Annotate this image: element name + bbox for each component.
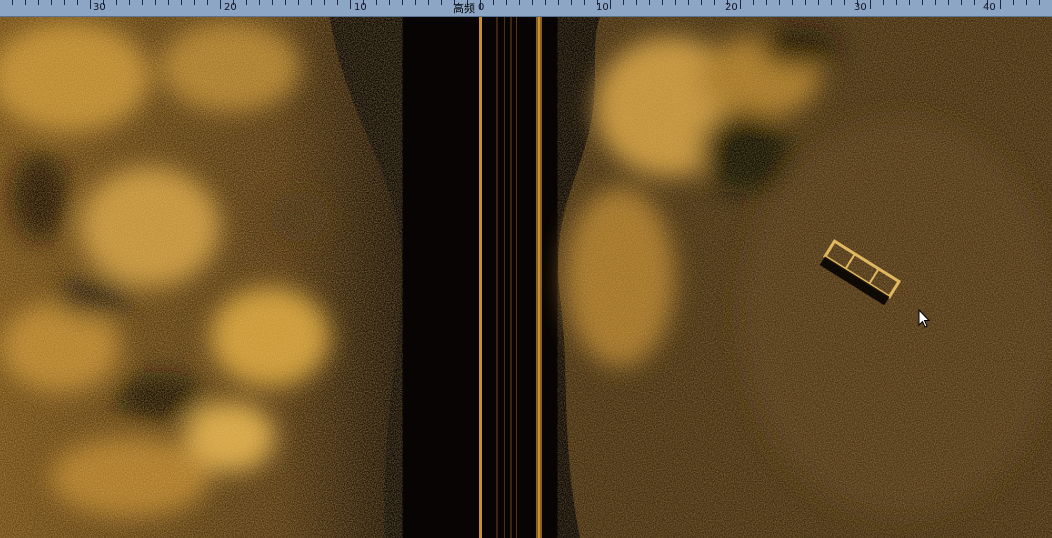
ruler-tick	[766, 0, 767, 5]
ruler-label-center-0: 0	[478, 2, 485, 13]
ruler-tick	[207, 0, 208, 5]
ruler-tick	[571, 0, 572, 5]
ruler-tick	[90, 0, 91, 9]
ruler-tick	[922, 0, 923, 5]
ruler-label-starboard-40: 40	[983, 2, 996, 13]
ruler-label-port-30: 30	[93, 2, 106, 13]
ruler-tick	[493, 0, 494, 5]
ruler-tick	[142, 0, 143, 5]
ruler-tick	[883, 0, 884, 5]
ruler-tick	[1026, 0, 1027, 5]
ruler-tick	[701, 0, 702, 5]
ruler-tick	[870, 0, 871, 9]
ruler-tick	[844, 0, 845, 5]
ruler-tick	[155, 0, 156, 5]
ruler-tick	[662, 0, 663, 5]
ruler-tick	[64, 0, 65, 5]
ruler-tick	[961, 0, 962, 5]
ruler-tick	[610, 0, 611, 9]
ruler-tick	[428, 0, 429, 5]
ruler-tick	[350, 0, 351, 9]
ruler-tick	[441, 0, 442, 5]
starboard-channel	[557, 17, 1052, 538]
ruler-label-starboard-20: 20	[725, 2, 738, 13]
ruler-tick	[935, 0, 936, 5]
ruler-tick	[311, 0, 312, 5]
ruler-tick	[272, 0, 273, 5]
ruler-tick	[116, 0, 117, 5]
ruler-tick	[753, 0, 754, 5]
frequency-mode-label: 高频	[453, 2, 475, 15]
ruler-tick	[584, 0, 585, 5]
ruler-tick	[779, 0, 780, 5]
ruler-tick	[818, 0, 819, 5]
ruler-tick	[519, 0, 520, 5]
ruler-label-port-20: 20	[224, 2, 237, 13]
ruler-tick	[896, 0, 897, 5]
ruler-tick	[415, 0, 416, 5]
ruler-tick	[337, 0, 338, 5]
ruler-tick	[129, 0, 130, 5]
ruler-tick	[532, 0, 533, 5]
ruler-tick	[636, 0, 637, 5]
ruler-label-starboard-30: 30	[854, 2, 867, 13]
ruler-tick	[649, 0, 650, 5]
ruler-tick	[181, 0, 182, 5]
ruler-tick	[948, 0, 949, 5]
ruler-tick	[389, 0, 390, 5]
mouse-pointer-icon	[918, 309, 931, 328]
ruler-tick	[376, 0, 377, 5]
ruler-tick	[974, 0, 975, 5]
ruler-tick	[714, 0, 715, 5]
ruler-tick	[298, 0, 299, 5]
ruler-tick	[25, 0, 26, 5]
ruler-tick	[259, 0, 260, 5]
ruler-tick	[51, 0, 52, 5]
ruler-label-starboard-10: 10	[596, 2, 609, 13]
ruler-label-port-10: 10	[354, 2, 367, 13]
ruler-tick	[194, 0, 195, 5]
ruler-tick	[506, 0, 507, 5]
ruler-tick	[38, 0, 39, 5]
ruler-tick	[324, 0, 325, 5]
ruler-tick	[1013, 0, 1014, 5]
ruler-tick	[688, 0, 689, 5]
side-scan-sonar-image[interactable]	[0, 17, 1052, 538]
ruler-tick	[1039, 0, 1040, 5]
ruler-tick	[545, 0, 546, 5]
range-ruler: 30 20 10 高频 0 10 20 30 40	[0, 0, 1052, 17]
port-channel	[0, 17, 403, 538]
ruler-tick	[220, 0, 221, 9]
ruler-tick	[1000, 0, 1001, 9]
ruler-tick	[77, 0, 78, 5]
ruler-tick	[740, 0, 741, 9]
ruler-tick	[805, 0, 806, 5]
ruler-tick	[675, 0, 676, 5]
ruler-tick	[12, 0, 13, 5]
ruler-tick	[623, 0, 624, 5]
ruler-tick	[831, 0, 832, 5]
ruler-tick	[168, 0, 169, 5]
ruler-tick	[909, 0, 910, 5]
ruler-tick	[792, 0, 793, 5]
ruler-tick	[285, 0, 286, 5]
ruler-tick	[558, 0, 559, 5]
ruler-tick	[246, 0, 247, 5]
ruler-tick	[402, 0, 403, 5]
